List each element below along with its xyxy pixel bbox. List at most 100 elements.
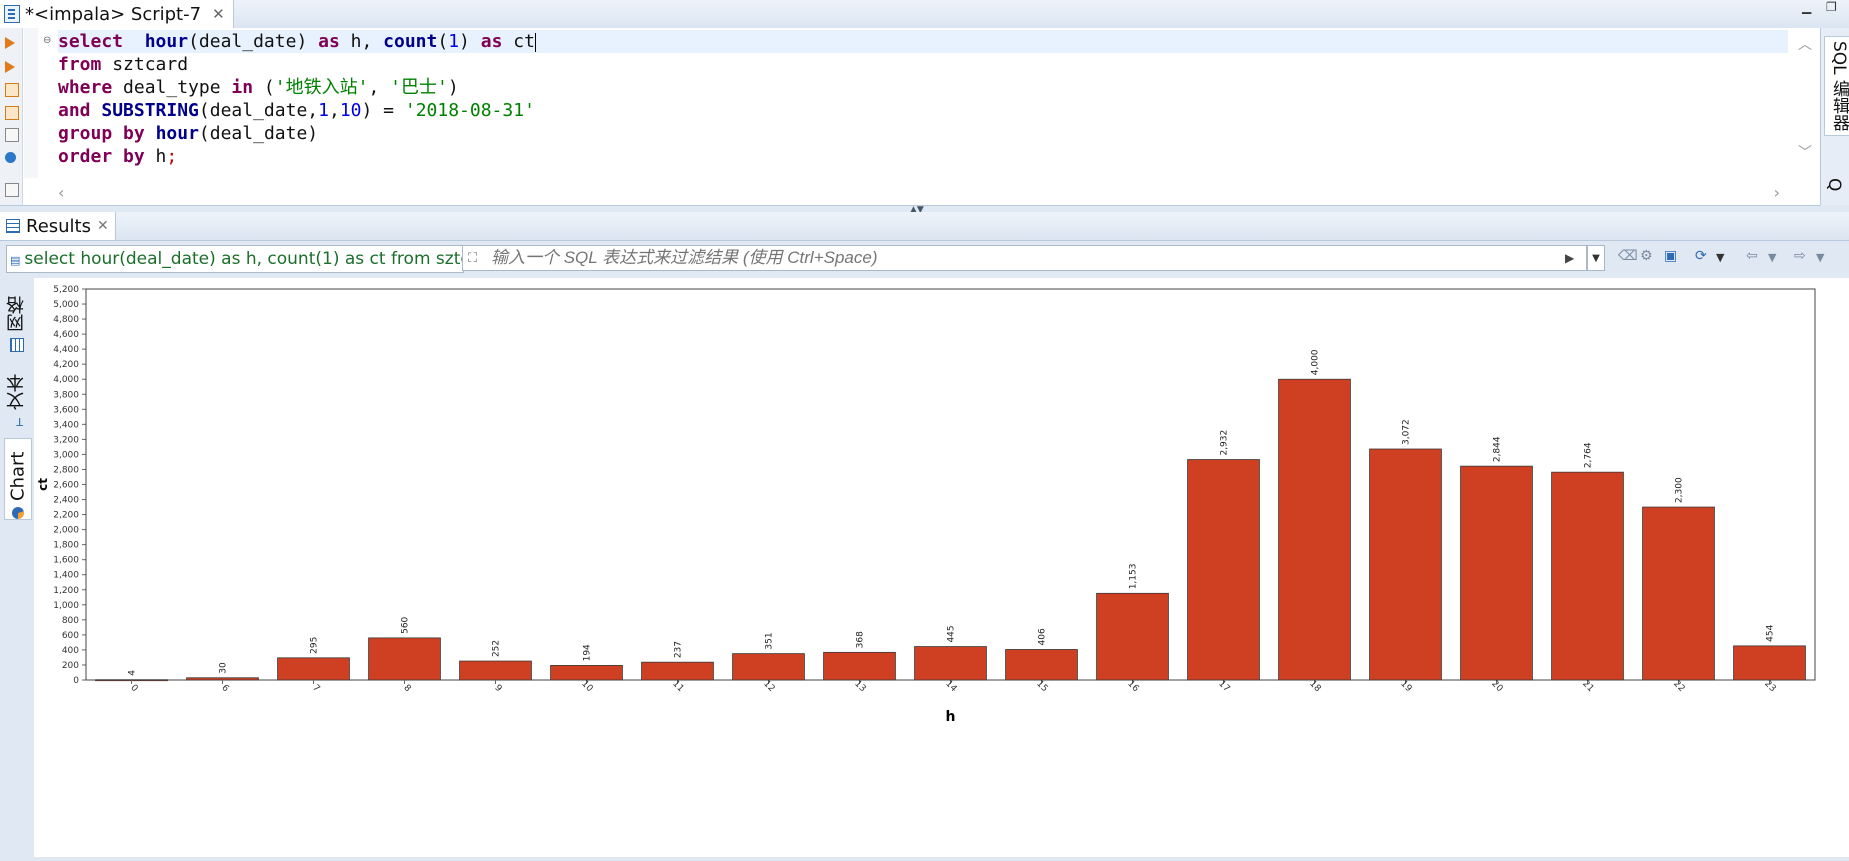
minimize-icon[interactable]: ▁ [1802,0,1811,14]
code-token: from [58,54,102,75]
bar-12[interactable] [732,653,805,681]
tab-grid[interactable]: 网格 [4,288,30,352]
query-icon: ▤ [10,254,21,267]
bar-9[interactable] [459,660,532,681]
filter-input[interactable] [462,245,1587,271]
y-tick-label: 5,000 [53,300,79,310]
eraser-icon[interactable]: ⌫ [1618,248,1638,264]
tab-results[interactable]: Results ✕ [0,212,116,240]
forward-icon[interactable]: ⇨ [1794,248,1806,264]
bar-11[interactable] [641,661,714,681]
bar-19[interactable] [1369,448,1442,681]
expand-icon[interactable]: ⛶ [468,251,477,266]
bar-15[interactable] [1005,649,1078,681]
y-tick-label: 4,800 [53,315,79,325]
y-tick-label: 1,800 [53,541,79,551]
bar-8[interactable] [368,637,441,681]
bar-20[interactable] [1460,465,1533,681]
code-token: select [58,31,124,52]
grid-icon [10,338,24,352]
x-tick-label: 11 [670,679,685,694]
sql-editor[interactable]: ⊖ select hour(deal_date) as h, count(1) … [0,28,1820,206]
horizontal-scrollbar[interactable]: ‹ › [58,183,1788,202]
x-tick-label: 10 [579,679,594,694]
code-token: by [123,123,145,144]
settings-icon[interactable] [5,152,16,163]
data-label: 4 [128,670,138,676]
code-token: '2018-08-31' [404,100,535,121]
vertical-scrollbar[interactable]: ︿ ﹀ [1790,28,1820,178]
bar-14[interactable] [914,646,987,681]
execute-script-icon[interactable] [5,61,15,73]
code-line[interactable]: and SUBSTRING(deal_date,1,10) = '2018-08… [58,99,1788,122]
bar-23[interactable] [1733,645,1806,681]
bar-13[interactable] [823,651,896,681]
back-icon[interactable]: ⇦ [1746,248,1758,264]
editor-toolbar [0,28,23,205]
results-grid-icon [6,219,20,233]
new-script-icon[interactable] [5,83,19,97]
scroll-right-icon[interactable]: › [1774,183,1780,202]
data-label: 295 [310,637,320,654]
fold-icon[interactable]: ⊖ [43,35,51,46]
apply-filter-icon[interactable]: ▶ [1565,251,1574,265]
bar-16[interactable] [1096,592,1169,681]
scroll-left-icon[interactable]: ‹ [58,183,64,202]
explain-plan-icon[interactable] [5,128,19,142]
refresh-icon[interactable]: ⟳ [1695,248,1707,264]
bar-18[interactable] [1278,378,1351,681]
scroll-down-icon[interactable]: ﹀ [1790,142,1820,162]
data-label: 2,932 [1220,430,1230,456]
code-line[interactable]: where deal_type in ('地铁入站', '巴士') [58,76,1788,99]
execute-statement-icon[interactable] [5,37,15,49]
load-script-icon[interactable] [5,106,19,120]
data-label: 194 [583,644,593,661]
tab-chart[interactable]: Chart [4,438,32,520]
code-line[interactable]: order by h; [58,145,1788,168]
data-label: 351 [765,632,775,649]
code-token: , [368,77,391,98]
code-line[interactable]: group by hour(deal_date) [58,122,1788,145]
close-icon[interactable]: ✕ [97,218,109,234]
code-area[interactable]: select hour(deal_date) as h, count(1) as… [58,30,1788,168]
code-line[interactable]: from sztcard [58,53,1788,76]
data-label: 3,072 [1402,419,1412,445]
tab-text[interactable]: T 文本 [4,364,30,428]
x-tick-label: 20 [1489,679,1504,694]
view-tabs: 网格 T 文本 Chart [0,278,32,857]
scroll-up-icon[interactable]: ︿ [1790,34,1820,54]
data-label: 2,300 [1675,477,1685,503]
refresh-dropdown-icon[interactable]: ▼ [1716,251,1724,264]
maximize-icon[interactable]: ❐ [1826,0,1837,14]
code-token: hour [144,31,189,52]
tab-script-7[interactable]: *<impala> Script-7 ✕ [0,0,234,28]
save-icon[interactable]: ▣ [1664,248,1677,264]
x-tick-label: 18 [1307,679,1322,694]
code-line[interactable]: select hour(deal_date) as h, count(1) as… [58,30,1788,53]
forward-dropdown-icon[interactable]: ▼ [1816,251,1824,264]
data-label: 2,764 [1584,442,1594,468]
back-dropdown-icon[interactable]: ▼ [1768,251,1776,264]
tab-q[interactable]: Q [1824,178,1844,191]
x-tick-label: 21 [1580,679,1595,694]
close-icon[interactable]: ✕ [212,5,225,23]
bar-22[interactable] [1642,506,1715,681]
bar-17[interactable] [1187,459,1260,681]
x-tick-label: 15 [1034,679,1049,694]
tab-sql-editor[interactable]: SQL 编辑器 [1824,36,1849,137]
bar-21[interactable] [1551,471,1624,681]
export-icon[interactable] [5,183,19,197]
code-token: (deal_date, [198,100,319,121]
y-tick-label: 1,200 [53,586,79,596]
query-text-field[interactable]: ▤ select hour(deal_date) as h, count(1) a… [6,245,464,273]
y-tick-label: 400 [62,646,79,656]
filter-history-dropdown[interactable]: ▼ [1587,245,1605,271]
code-token: , [328,100,340,121]
code-token: ct [502,31,535,52]
filter-settings-icon[interactable]: ⚙ [1640,248,1653,264]
bar-7[interactable] [277,657,350,681]
bar-6[interactable] [186,677,259,681]
filter-row: ▤ select hour(deal_date) as h, count(1) a… [0,241,1849,277]
